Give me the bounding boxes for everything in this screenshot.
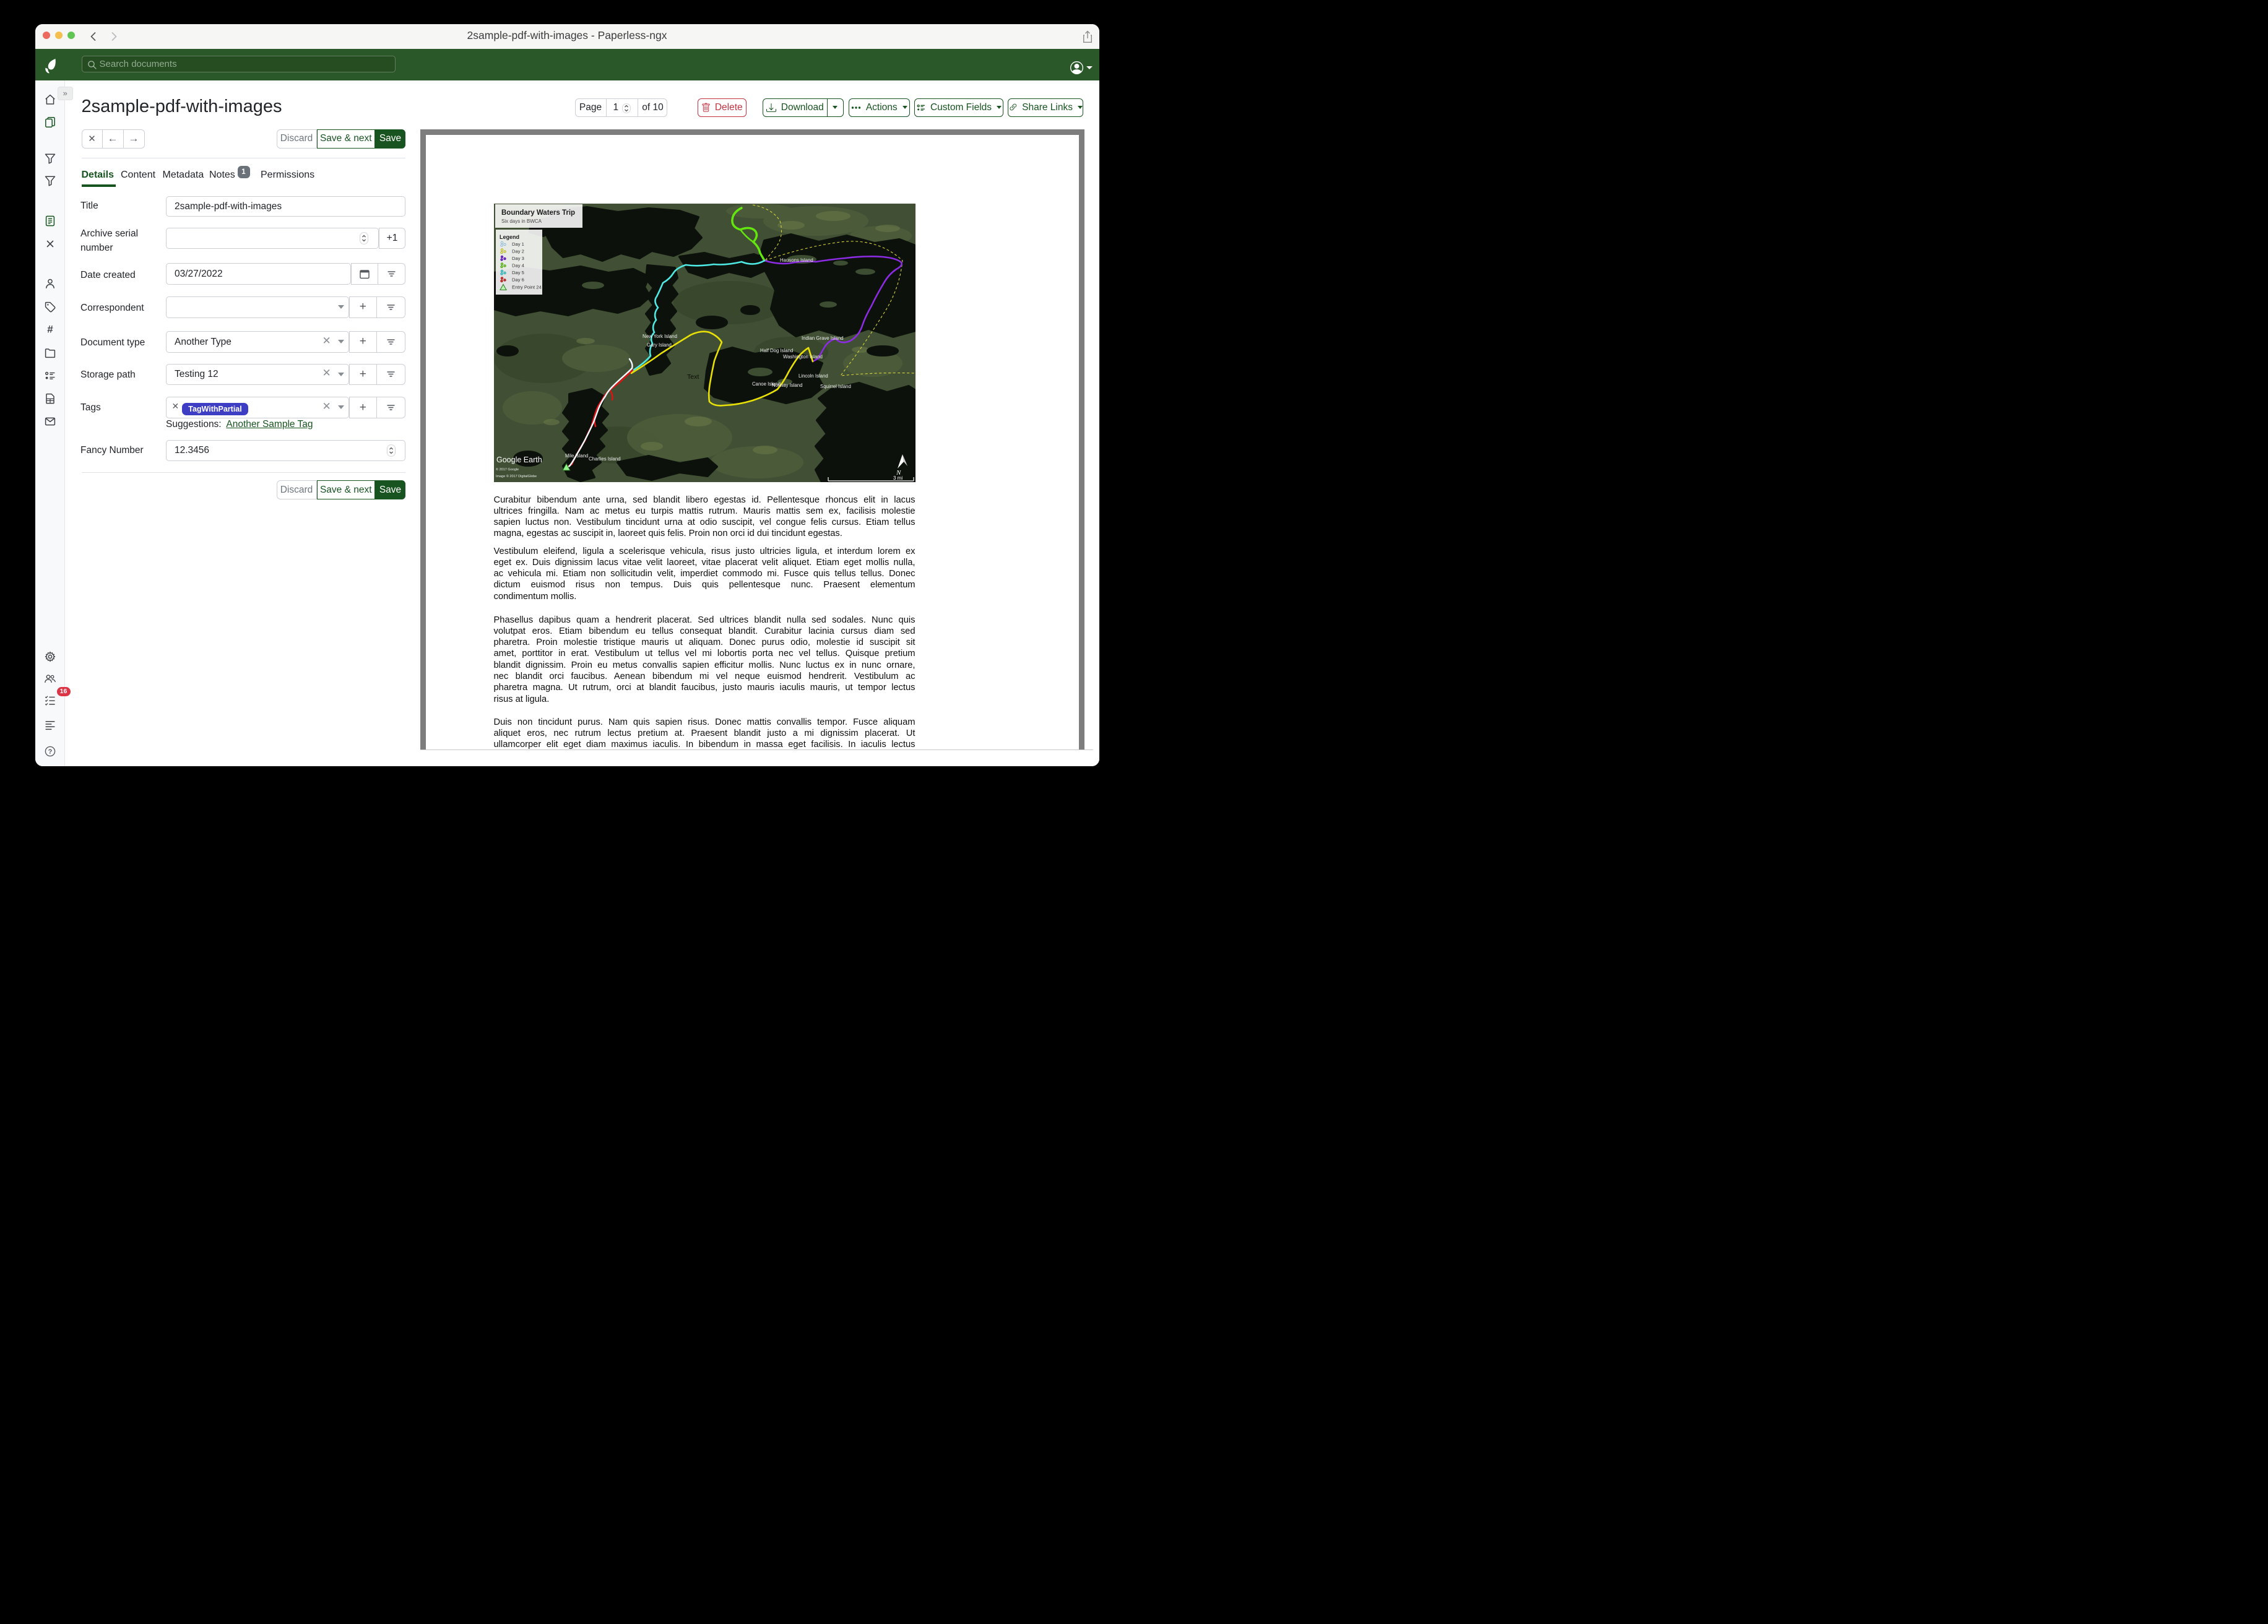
svg-text:© 2017 Google: © 2017 Google (496, 467, 519, 472)
svg-text:Image © 2017 DigitalGlobe: Image © 2017 DigitalGlobe (496, 474, 537, 478)
svg-text:Gary Island: Gary Island (647, 342, 672, 348)
svg-text:Norway Island: Norway Island (772, 382, 802, 388)
svg-text:Squirrel Island: Squirrel Island (820, 384, 851, 389)
svg-text:Google Earth: Google Earth (496, 456, 542, 464)
svg-text:Mile Island: Mile Island (565, 453, 588, 459)
svg-text:Six days in BWCA: Six days in BWCA (501, 218, 542, 224)
svg-text:N: N (896, 469, 901, 477)
svg-text:Boundary Waters Trip: Boundary Waters Trip (501, 209, 575, 217)
svg-text:Day 4: Day 4 (512, 263, 524, 269)
svg-text:Half Dog Island: Half Dog Island (760, 348, 793, 353)
svg-text:Day 5: Day 5 (512, 270, 524, 275)
svg-text:Entry Point 24: Entry Point 24 (512, 285, 542, 290)
svg-text:Day 1: Day 1 (512, 241, 524, 247)
svg-text:Washington Island: Washington Island (783, 354, 823, 360)
svg-text:Day 2: Day 2 (512, 249, 524, 254)
svg-text:?: ? (48, 748, 52, 756)
svg-text:New York Island: New York Island (643, 334, 677, 339)
svg-text:#: # (47, 323, 53, 335)
svg-text:Text: Text (687, 373, 699, 381)
svg-text:Day 6: Day 6 (512, 277, 524, 283)
svg-text:Legend: Legend (500, 234, 519, 240)
svg-text:Indian Grave Island: Indian Grave Island (802, 335, 844, 341)
svg-text:Day 3: Day 3 (512, 256, 524, 261)
svg-text:Hausons Island: Hausons Island (780, 257, 813, 263)
svg-text:Lincoln Island: Lincoln Island (799, 373, 828, 379)
svg-text:Charlies Island: Charlies Island (589, 456, 621, 462)
